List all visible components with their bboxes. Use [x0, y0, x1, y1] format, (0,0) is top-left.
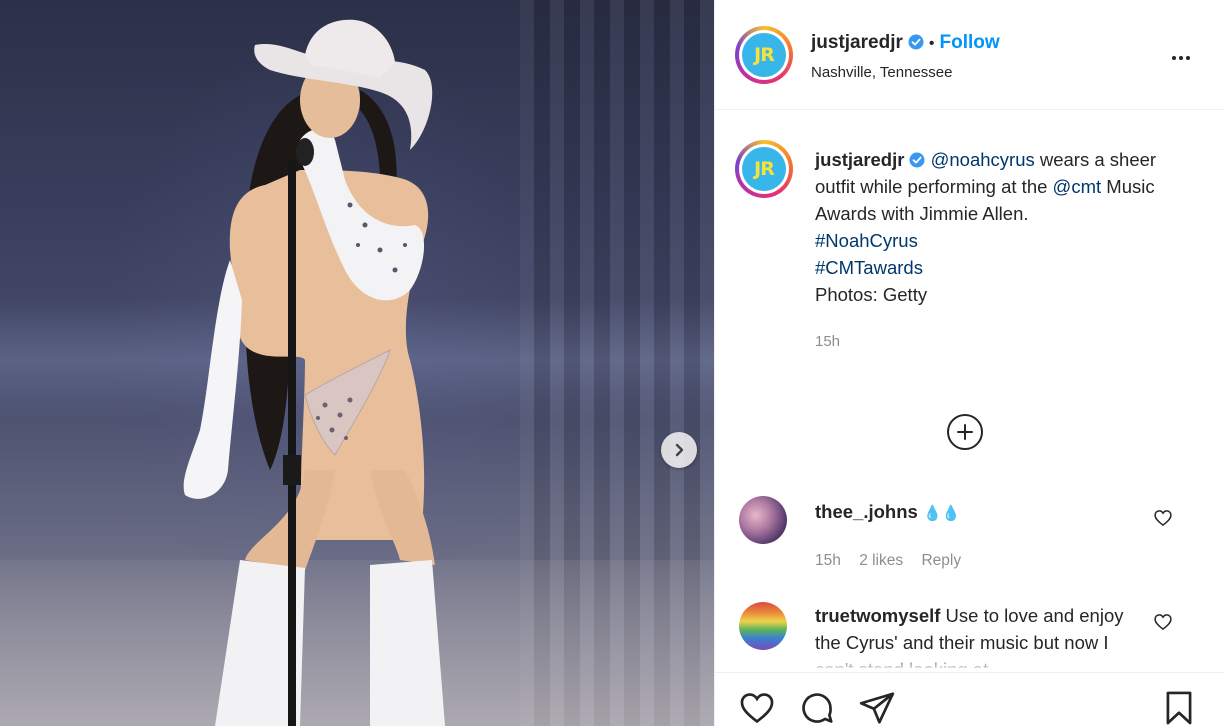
comment-bubble-icon: [802, 693, 833, 723]
verified-badge-icon: [909, 152, 925, 168]
verified-badge-icon: [908, 34, 924, 50]
caption-username[interactable]: justjaredjr: [815, 149, 904, 170]
caption-timestamp[interactable]: 15h: [815, 328, 1175, 355]
like-comment-button[interactable]: [1152, 508, 1174, 530]
post-action-bar: [715, 672, 1224, 726]
heart-icon: [1154, 510, 1172, 527]
post-header: JR justjaredjr • Follow Nashville, Tenness…: [715, 0, 1224, 110]
more-options-button[interactable]: [1167, 48, 1195, 68]
comment-button[interactable]: [797, 689, 837, 726]
more-horizontal-icon: [1172, 56, 1190, 60]
save-button[interactable]: [1159, 689, 1199, 726]
comment-item: thee_.johns 💧💧 15h 2 likes Reply: [715, 494, 1224, 584]
mention-link[interactable]: @noahcyrus: [931, 149, 1035, 170]
commenter-avatar[interactable]: [739, 602, 787, 650]
performer-figure: [183, 19, 445, 726]
reply-button[interactable]: Reply: [921, 552, 961, 570]
chevron-right-icon: [675, 443, 684, 457]
comment-timestamp[interactable]: 15h: [815, 552, 841, 569]
next-photo-button[interactable]: [661, 432, 697, 468]
post-details-panel: JR justjaredjr • Follow Nashville, Tenness…: [714, 0, 1224, 726]
hashtag-link[interactable]: #NoahCyrus: [815, 230, 918, 251]
separator-dot: •: [928, 35, 935, 52]
post-location[interactable]: Nashville, Tennessee: [811, 64, 952, 81]
avatar-logo-text: JR: [754, 44, 775, 66]
heart-icon: [1154, 614, 1172, 631]
plus-circle-icon: [957, 424, 973, 440]
follow-button[interactable]: Follow: [939, 32, 999, 54]
commenter-avatar[interactable]: [739, 496, 787, 544]
like-button[interactable]: [737, 689, 777, 726]
commenter-username[interactable]: truetwomyself: [815, 605, 940, 626]
share-button[interactable]: [857, 689, 897, 726]
comment-emoji: 💧💧: [922, 505, 961, 522]
comment-likes-count[interactable]: 2 likes: [859, 552, 903, 569]
post-caption: justjaredjr @noahcyrus wears a sheer out…: [815, 146, 1175, 355]
paper-plane-icon: [859, 692, 895, 724]
like-comment-button[interactable]: [1152, 612, 1174, 634]
mention-link[interactable]: @cmt: [1053, 176, 1102, 197]
author-username[interactable]: justjaredjr: [811, 32, 903, 53]
avatar-logo-text: JR: [754, 158, 775, 180]
hashtag-link[interactable]: #CMTawards: [815, 257, 923, 278]
heart-icon: [740, 693, 774, 724]
author-avatar[interactable]: JR: [735, 26, 793, 84]
post-photo[interactable]: [0, 0, 714, 726]
bookmark-icon: [1166, 691, 1192, 725]
load-more-comments-button[interactable]: [947, 414, 983, 450]
comments-fade: [715, 656, 1224, 672]
caption-author-avatar[interactable]: JR: [735, 140, 793, 198]
photo-credit: Photos: Getty: [815, 284, 928, 305]
commenter-username[interactable]: thee_.johns: [815, 501, 918, 522]
